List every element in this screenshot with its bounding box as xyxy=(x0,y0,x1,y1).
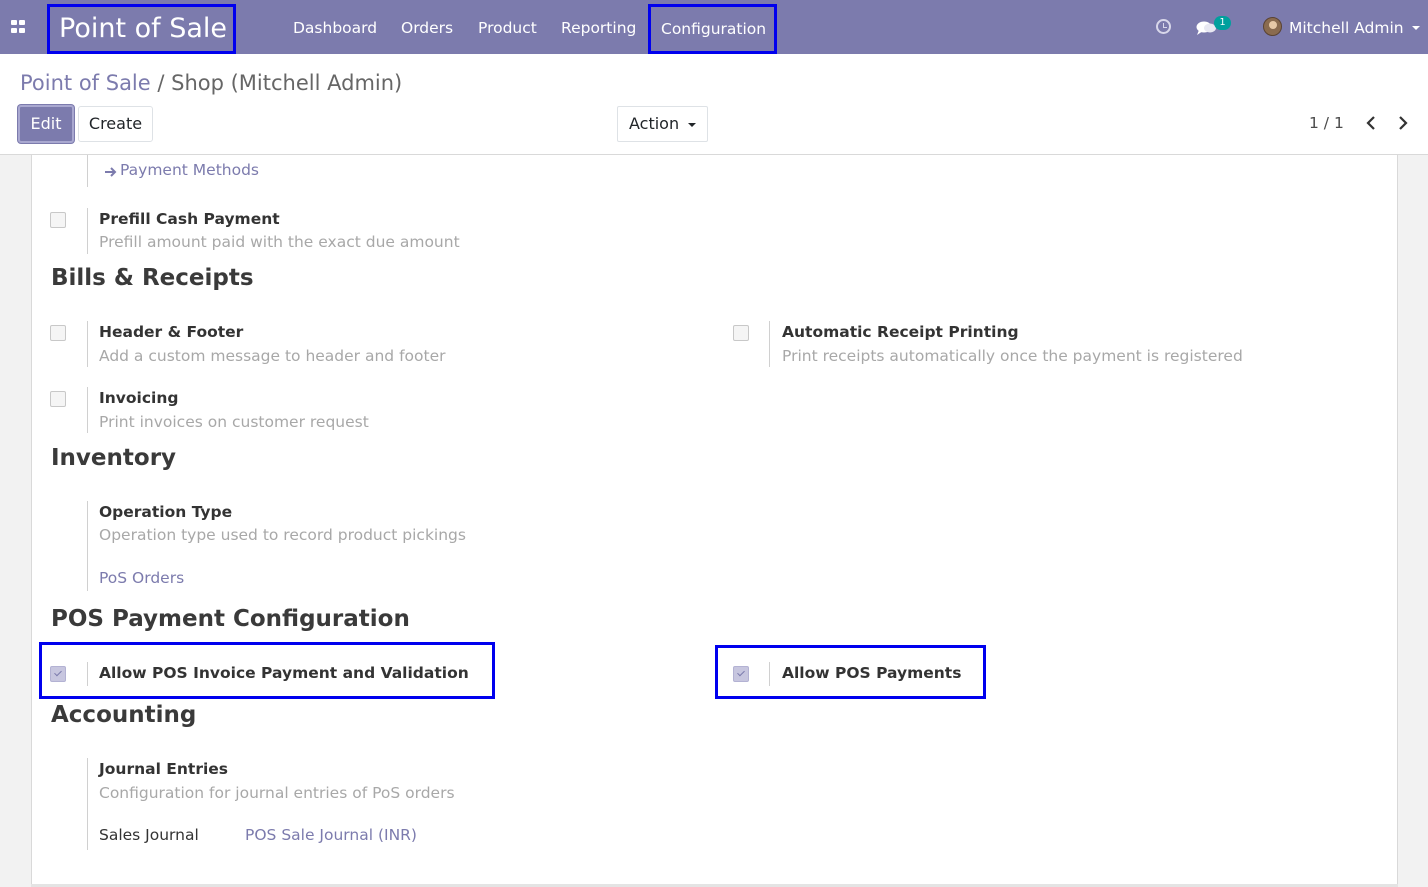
divider-line xyxy=(87,662,88,686)
breadcrumb-current: Shop (Mitchell Admin) xyxy=(171,71,403,95)
sales-journal-value-link[interactable]: POS Sale Journal (INR) xyxy=(245,826,417,844)
divider-line xyxy=(87,208,88,254)
create-button[interactable]: Create xyxy=(78,106,153,142)
user-avatar[interactable] xyxy=(1263,17,1282,36)
arrow-right-icon xyxy=(105,167,117,177)
breadcrumb-root-link[interactable]: Point of Sale xyxy=(20,71,151,95)
allow-pos-payments-checkbox[interactable] xyxy=(733,666,749,682)
app-brand[interactable]: Point of Sale xyxy=(47,4,236,54)
pos-payment-config-heading: POS Payment Configuration xyxy=(51,606,410,632)
divider-line xyxy=(769,321,770,367)
invoicing-label: Invoicing xyxy=(99,389,179,407)
journal-entries-label: Journal Entries xyxy=(99,760,229,778)
auto-receipt-label: Automatic Receipt Printing xyxy=(782,323,1019,341)
accounting-heading: Accounting xyxy=(51,702,197,728)
auto-receipt-description: Print receipts automatically once the pa… xyxy=(782,347,1243,365)
allow-pos-payments-label: Allow POS Payments xyxy=(782,664,962,682)
edit-button[interactable]: Edit xyxy=(18,105,74,143)
breadcrumb: Point of Sale / Shop (Mitchell Admin) xyxy=(20,71,402,95)
top-navbar: Point of Sale Dashboard Orders Product R… xyxy=(0,0,1428,54)
menu-orders[interactable]: Orders xyxy=(401,0,453,54)
invoicing-checkbox[interactable] xyxy=(50,391,66,407)
user-menu-caret-icon[interactable] xyxy=(1412,26,1420,30)
activity-clock-icon[interactable] xyxy=(1156,19,1171,34)
breadcrumb-separator: / xyxy=(150,71,172,95)
operation-type-value-link[interactable]: PoS Orders xyxy=(99,569,184,587)
divider-line xyxy=(87,387,88,433)
apps-menu-icon[interactable] xyxy=(11,20,26,34)
inventory-heading: Inventory xyxy=(51,445,177,471)
prefill-cash-checkbox[interactable] xyxy=(50,212,66,228)
allow-invoice-payment-label: Allow POS Invoice Payment and Validation xyxy=(99,664,469,682)
pager-previous-icon[interactable] xyxy=(1362,112,1380,134)
journal-entries-description: Configuration for journal entries of PoS… xyxy=(99,784,455,802)
messages-count-badge: 1 xyxy=(1214,16,1231,30)
divider-line xyxy=(769,662,770,686)
divider-line xyxy=(87,501,88,591)
menu-configuration[interactable]: Configuration xyxy=(648,4,777,54)
sales-journal-label: Sales Journal xyxy=(99,826,199,844)
prefill-cash-label: Prefill Cash Payment xyxy=(99,210,280,228)
header-footer-checkbox[interactable] xyxy=(50,325,66,341)
auto-receipt-checkbox[interactable] xyxy=(733,325,749,341)
divider-line xyxy=(87,321,88,367)
control-panel: Point of Sale / Shop (Mitchell Admin) Ed… xyxy=(0,54,1428,155)
user-menu-name[interactable]: Mitchell Admin xyxy=(1289,0,1404,54)
menu-dashboard[interactable]: Dashboard xyxy=(293,0,377,54)
action-label: Action xyxy=(629,114,680,133)
divider-line xyxy=(87,758,88,850)
pager-next-icon[interactable] xyxy=(1394,112,1412,134)
payment-methods-link[interactable]: Payment Methods xyxy=(120,161,259,179)
pager-value[interactable]: 1 / 1 xyxy=(1309,114,1344,132)
prefill-cash-description: Prefill amount paid with the exact due a… xyxy=(99,233,460,251)
invoicing-description: Print invoices on customer request xyxy=(99,413,369,431)
divider-line xyxy=(87,155,88,187)
operation-type-description: Operation type used to record product pi… xyxy=(99,526,466,544)
action-dropdown-button[interactable]: Action xyxy=(617,106,708,142)
bills-receipts-heading: Bills & Receipts xyxy=(51,265,254,291)
menu-product[interactable]: Product xyxy=(478,0,537,54)
header-footer-label: Header & Footer xyxy=(99,323,244,341)
menu-reporting[interactable]: Reporting xyxy=(561,0,636,54)
caret-down-icon xyxy=(688,123,696,127)
header-footer-description: Add a custom message to header and foote… xyxy=(99,347,446,365)
operation-type-label: Operation Type xyxy=(99,503,233,521)
allow-invoice-payment-checkbox[interactable] xyxy=(50,666,66,682)
